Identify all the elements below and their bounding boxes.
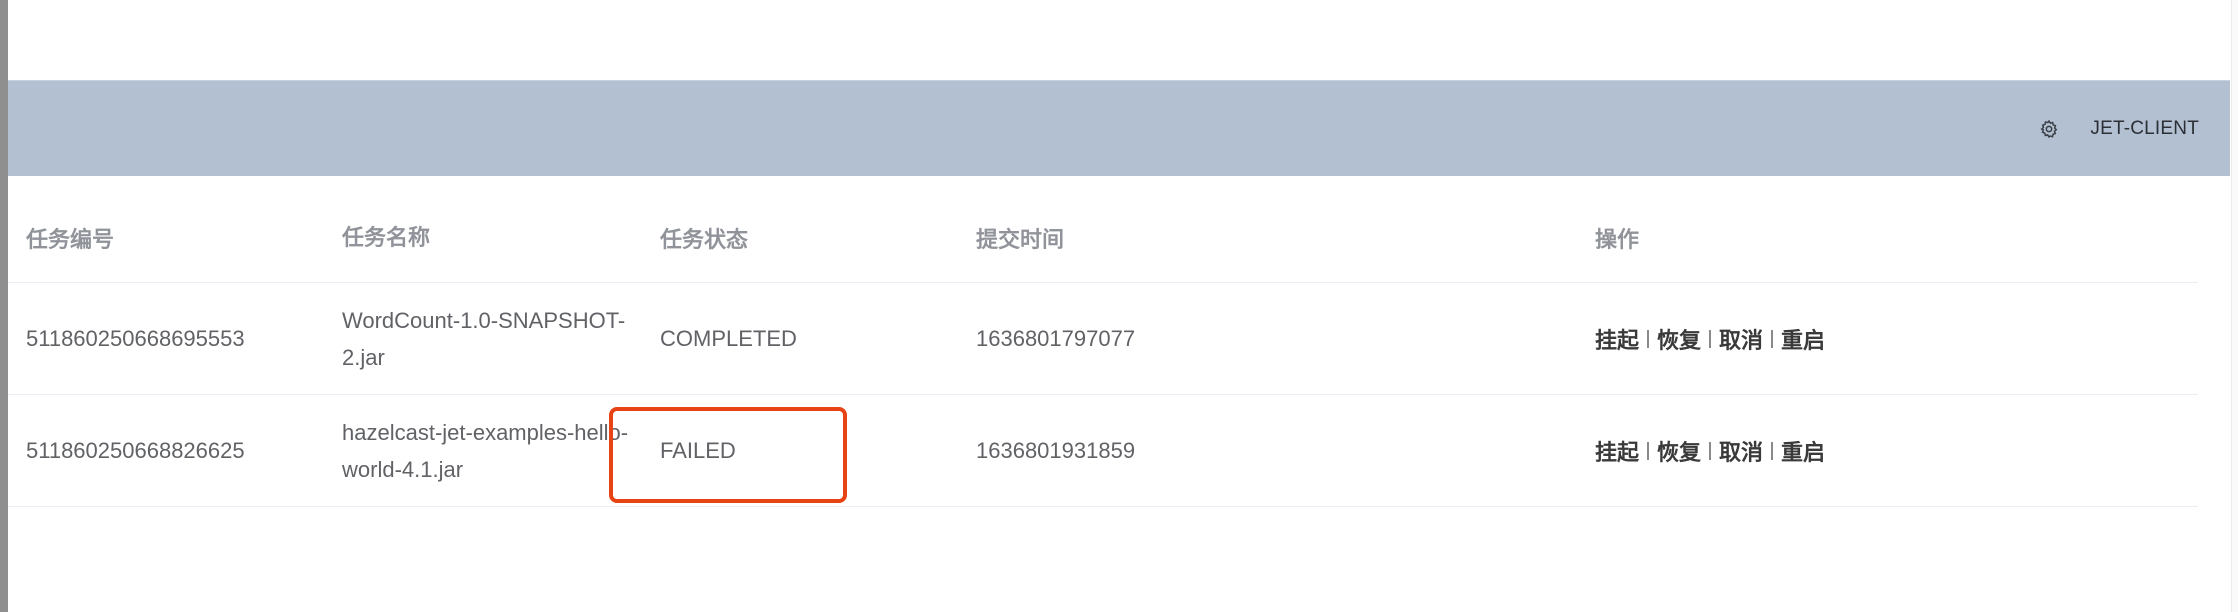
cancel-button[interactable]: 取消 xyxy=(1719,323,1763,355)
table-row: 511860250668826625 hazelcast-jet-example… xyxy=(8,395,2198,507)
column-header-job-status: 任务状态 xyxy=(660,226,749,252)
action-divider xyxy=(1771,329,1774,348)
actions-cell: 挂起 恢复 取消 重启 xyxy=(1595,283,1995,394)
action-divider xyxy=(1709,329,1712,348)
header-bar: JET-CLIENT xyxy=(8,80,2230,176)
gear-icon[interactable] xyxy=(2038,118,2060,140)
jobs-table: 任务编号 任务名称 任务状态 提交时间 操作 51186025066869555… xyxy=(8,175,2198,507)
client-name-label[interactable]: JET-CLIENT xyxy=(2090,118,2199,140)
action-divider xyxy=(1647,441,1650,460)
column-header-job-id: 任务编号 xyxy=(26,226,115,252)
job-name-text: WordCount-1.0-SNAPSHOT-2.jar xyxy=(342,307,626,370)
actions-cell: 挂起 恢复 取消 重启 xyxy=(1595,395,1995,506)
actions-group: 挂起 恢复 取消 重启 xyxy=(1595,435,1825,467)
job-status-cell: COMPLETED xyxy=(660,325,797,351)
cancel-button[interactable]: 取消 xyxy=(1719,435,1763,467)
resume-button[interactable]: 恢复 xyxy=(1657,323,1701,355)
submit-time-cell: 1636801797077 xyxy=(976,325,1136,351)
restart-button[interactable]: 重启 xyxy=(1781,435,1825,467)
submit-time-cell: 1636801931859 xyxy=(976,437,1136,463)
job-name-text: hazelcast-jet-examples-hello-world-4.1.j… xyxy=(342,419,629,482)
table-header-row: 任务编号 任务名称 任务状态 提交时间 操作 xyxy=(8,175,2198,283)
resume-button[interactable]: 恢复 xyxy=(1657,435,1701,467)
restart-button[interactable]: 重启 xyxy=(1781,323,1825,355)
action-divider xyxy=(1771,441,1774,460)
job-status-cell: FAILED xyxy=(660,437,736,463)
job-id-cell: 511860250668826625 xyxy=(26,437,245,463)
suspend-button[interactable]: 挂起 xyxy=(1595,323,1639,355)
header-right-group: JET-CLIENT xyxy=(2038,81,2199,176)
table-row: 511860250668695553 WordCount-1.0-SNAPSHO… xyxy=(8,283,2198,395)
action-divider xyxy=(1647,329,1650,348)
job-id-cell: 511860250668695553 xyxy=(26,325,245,351)
suspend-button[interactable]: 挂起 xyxy=(1595,435,1639,467)
top-blank-area xyxy=(8,0,2226,80)
column-header-submit-time: 提交时间 xyxy=(976,226,1065,252)
job-name-cell: WordCount-1.0-SNAPSHOT-2.jar xyxy=(342,283,634,394)
action-divider xyxy=(1709,441,1712,460)
scrollbar-track[interactable] xyxy=(2231,0,2238,612)
actions-group: 挂起 恢复 取消 重启 xyxy=(1595,323,1825,355)
column-header-job-name: 任务名称 xyxy=(342,225,431,250)
column-header-actions: 操作 xyxy=(1595,226,1640,252)
job-name-cell: hazelcast-jet-examples-hello-world-4.1.j… xyxy=(342,395,634,506)
window-left-border xyxy=(0,0,8,612)
